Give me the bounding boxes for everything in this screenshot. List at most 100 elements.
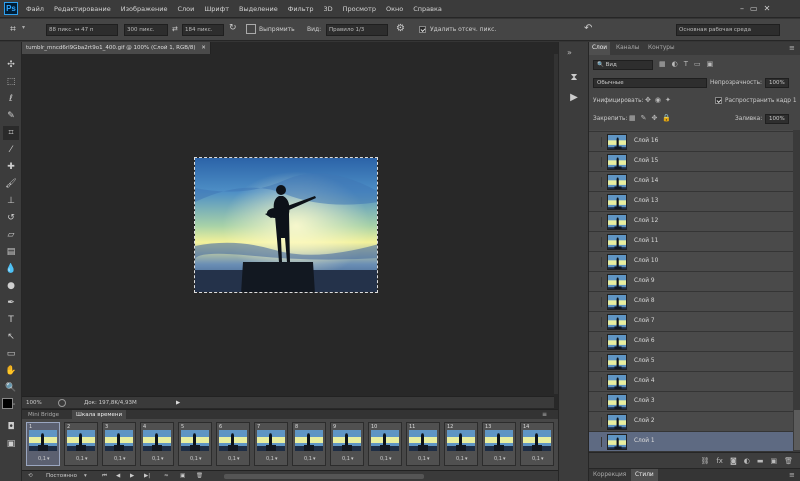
path-select-tool-icon[interactable]: ↖ xyxy=(3,330,19,344)
collapse-dock-icon[interactable]: » xyxy=(567,48,572,57)
lock-pixels-icon[interactable]: ✎ xyxy=(641,114,647,122)
layer-row[interactable]: Слой 4 xyxy=(589,372,793,392)
fill-field[interactable]: 100% xyxy=(765,114,789,124)
new-group-icon[interactable]: ▬ xyxy=(757,457,764,465)
timeline-frame[interactable]: 14 0,1 xyxy=(520,422,554,466)
visibility-toggle-icon[interactable] xyxy=(592,437,602,447)
visibility-toggle-icon[interactable] xyxy=(592,157,602,167)
unify-style-icon[interactable]: ✦ xyxy=(665,96,671,104)
eyedropper-tool-icon[interactable]: ⁄ xyxy=(3,143,19,157)
next-frame-icon[interactable]: ▶| xyxy=(144,471,150,481)
visibility-toggle-icon[interactable] xyxy=(592,237,602,247)
frame-delay-select[interactable]: 0,1 xyxy=(114,456,125,462)
layer-row[interactable]: Слой 9 xyxy=(589,272,793,292)
tab-paths[interactable]: Контуры xyxy=(645,42,678,55)
pen-tool-icon[interactable]: ✒ xyxy=(3,296,19,310)
frame-delay-select[interactable]: 0,1 xyxy=(38,456,49,462)
height-field[interactable]: 184 пикс. xyxy=(182,24,224,36)
new-layer-icon[interactable]: ▣ xyxy=(770,457,777,465)
delete-frame-icon[interactable]: 🗑 xyxy=(196,471,203,481)
reset-icon[interactable]: ↶ xyxy=(584,23,592,34)
frame-delay-select[interactable]: 0,1 xyxy=(304,456,315,462)
actions-icon[interactable]: ▶ xyxy=(566,92,582,106)
menu-image[interactable]: Изображение xyxy=(121,5,168,13)
layer-row[interactable]: Слой 8 xyxy=(589,292,793,312)
status-arrow-icon[interactable]: ▶ xyxy=(176,397,180,409)
adjustment-layer-icon[interactable]: ◐ xyxy=(744,457,750,465)
history-brush-tool-icon[interactable]: ↺ xyxy=(3,211,19,225)
layer-name[interactable]: Слой 6 xyxy=(634,338,655,344)
quick-select-tool-icon[interactable]: ✎ xyxy=(3,109,19,123)
swap-icon[interactable]: ⇄ xyxy=(172,25,178,33)
layer-name[interactable]: Слой 3 xyxy=(634,398,655,404)
unify-visibility-icon[interactable]: ◉ xyxy=(655,96,661,104)
frame-delay-select[interactable]: 0,1 xyxy=(342,456,353,462)
timeline-frame[interactable]: 3 0,1 xyxy=(102,422,136,466)
frame-delay-select[interactable]: 0,1 xyxy=(228,456,239,462)
layer-row[interactable]: Слой 12 xyxy=(589,212,793,232)
timeline-scrollbar[interactable] xyxy=(224,474,424,479)
layer-name[interactable]: Слой 8 xyxy=(634,298,655,304)
maximize-icon[interactable]: ▭ xyxy=(750,4,758,13)
close-icon[interactable]: ✕ xyxy=(764,4,771,13)
menu-view[interactable]: Просмотр xyxy=(343,5,376,13)
panel-menu-icon[interactable]: ≡ xyxy=(542,411,547,418)
menu-file[interactable]: Файл xyxy=(26,5,44,13)
layer-name[interactable]: Слой 11 xyxy=(634,238,658,244)
quick-mask-icon[interactable]: ◘ xyxy=(3,420,19,434)
menu-select[interactable]: Выделение xyxy=(239,5,278,13)
menu-3d[interactable]: 3D xyxy=(323,5,332,13)
visibility-toggle-icon[interactable] xyxy=(592,317,602,327)
type-filter-icon[interactable]: T xyxy=(684,60,688,68)
timeline-frame[interactable]: 10 0,1 xyxy=(368,422,402,466)
menu-type[interactable]: Шрифт xyxy=(204,5,229,13)
frame-delay-select[interactable]: 0,1 xyxy=(532,456,543,462)
type-tool-icon[interactable]: T xyxy=(3,313,19,327)
tab-layers[interactable]: Слои xyxy=(589,42,611,55)
timeline-frame[interactable]: 5 0,1 xyxy=(178,422,212,466)
opacity-field[interactable]: 100% xyxy=(765,78,789,88)
layer-row[interactable]: Слой 11 xyxy=(589,232,793,252)
timeline-frame[interactable]: 9 0,1 xyxy=(330,422,364,466)
gradient-tool-icon[interactable]: ▤ xyxy=(3,245,19,259)
stamp-tool-icon[interactable]: ⊥ xyxy=(3,194,19,208)
fx-icon[interactable]: fx xyxy=(716,457,723,465)
layer-row[interactable]: Слой 16 xyxy=(589,132,793,152)
delete-pixels-checkbox[interactable] xyxy=(419,26,426,35)
unify-position-icon[interactable]: ✥ xyxy=(645,96,651,104)
layer-row[interactable]: Слой 10 xyxy=(589,252,793,272)
layer-name[interactable]: Слой 2 xyxy=(634,418,655,424)
timeline-frame[interactable]: 2 0,1 xyxy=(64,422,98,466)
hand-tool-icon[interactable]: ✋ xyxy=(3,364,19,378)
screen-mode-icon[interactable]: ▣ xyxy=(3,437,19,451)
timeline-frame[interactable]: 7 0,1 xyxy=(254,422,288,466)
move-tool-icon[interactable]: ✣ xyxy=(3,58,19,72)
adjust-filter-icon[interactable]: ◐ xyxy=(672,60,678,68)
workspace-select[interactable]: Основная рабочая среда xyxy=(676,24,780,36)
tab-channels[interactable]: Каналы xyxy=(613,42,642,55)
eraser-tool-icon[interactable]: ▱ xyxy=(3,228,19,242)
timeline-frame[interactable]: 4 0,1 xyxy=(140,422,174,466)
tab-styles[interactable]: Стили xyxy=(631,469,658,481)
layer-name[interactable]: Слой 15 xyxy=(634,158,658,164)
shape-tool-icon[interactable]: ▭ xyxy=(3,347,19,361)
delete-layer-icon[interactable]: 🗑 xyxy=(784,457,793,465)
menu-filter[interactable]: Фильтр xyxy=(288,5,314,13)
visibility-toggle-icon[interactable] xyxy=(592,177,602,187)
crop-tool-icon[interactable]: ⌗ xyxy=(3,126,19,140)
layer-row[interactable]: Слой 7 xyxy=(589,312,793,332)
timeline-frame[interactable]: 12 0,1 xyxy=(444,422,478,466)
add-mask-icon[interactable]: ◙ xyxy=(730,457,737,465)
canvas-image[interactable] xyxy=(194,157,378,293)
visibility-toggle-icon[interactable] xyxy=(592,197,602,207)
visibility-toggle-icon[interactable] xyxy=(592,257,602,267)
layer-name[interactable]: Слой 4 xyxy=(634,378,655,384)
prev-frame-icon[interactable]: ◀ xyxy=(116,471,120,481)
visibility-toggle-icon[interactable] xyxy=(592,397,602,407)
layer-name[interactable]: Слой 16 xyxy=(634,138,658,144)
brush-tool-icon[interactable]: 🖌 xyxy=(3,177,19,191)
first-frame-icon[interactable]: ⏮ xyxy=(102,471,107,481)
tool-preset-arrow-icon[interactable]: ▾ xyxy=(22,24,25,31)
visibility-toggle-icon[interactable] xyxy=(592,277,602,287)
dodge-tool-icon[interactable]: ● xyxy=(3,279,19,293)
